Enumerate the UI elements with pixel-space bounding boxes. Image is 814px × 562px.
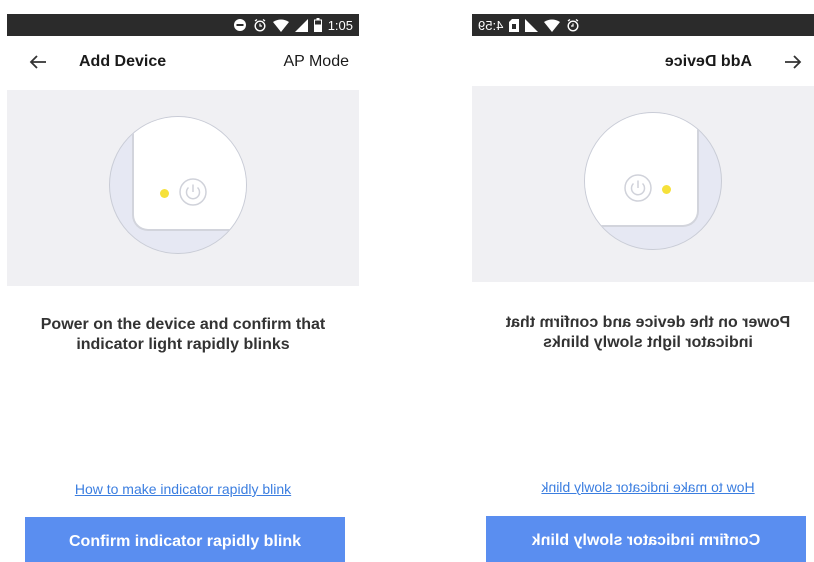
page-title: Add Device [79, 53, 167, 70]
indicator-light [662, 185, 671, 194]
status-icons: 4:59 [478, 14, 580, 36]
confirm-button[interactable]: Confirm indicator slowly blink [486, 516, 806, 562]
signal-icon [525, 18, 539, 32]
signal-icon [294, 18, 308, 32]
power-icon [179, 178, 207, 206]
screen-mirrored: 4:59 Add Device Power on the device and … [472, 0, 814, 562]
device-illustration [7, 90, 359, 286]
back-arrow-icon [785, 55, 802, 69]
screen-ap-mode: 1:05 Add Device AP Mode Power on the dev… [7, 0, 359, 562]
status-time: 4:59 [478, 17, 504, 33]
status-icons: 1:05 [233, 14, 353, 36]
wifi-icon [272, 19, 289, 32]
power-icon [624, 174, 652, 202]
instruction-text: Power on the device and confirm that ind… [505, 314, 791, 351]
status-bar: 4:59 [472, 14, 814, 36]
indicator-light [160, 189, 169, 198]
device-body [132, 117, 246, 231]
minus-circle-icon [233, 19, 246, 31]
instruction-text: Power on the device and confirm that ind… [40, 316, 326, 353]
page-title: Add Device [664, 53, 752, 70]
back-button[interactable] [780, 50, 806, 74]
status-time: 1:05 [327, 17, 353, 33]
nav-header: Add Device AP Mode [7, 40, 359, 84]
device-illustration [472, 86, 814, 282]
confirm-button[interactable]: Confirm indicator rapidly blink [25, 517, 345, 562]
battery-icon [313, 18, 322, 32]
nav-header: Add Device [472, 40, 814, 84]
sim-icon [509, 18, 520, 32]
wifi-icon [544, 19, 561, 32]
ap-mode-button[interactable]: AP Mode [283, 53, 349, 71]
status-bar: 1:05 [7, 14, 359, 36]
device-body [584, 112, 699, 227]
help-link[interactable]: How to make indicator rapidly blink [7, 481, 359, 497]
back-button[interactable] [25, 50, 51, 74]
help-link[interactable]: How to make indicator slowly blink [472, 479, 814, 495]
back-arrow-icon [29, 55, 46, 69]
device-zoom-circle [584, 112, 722, 250]
alarm-icon [567, 18, 579, 32]
device-zoom-circle [109, 116, 247, 254]
alarm-icon [254, 18, 266, 32]
